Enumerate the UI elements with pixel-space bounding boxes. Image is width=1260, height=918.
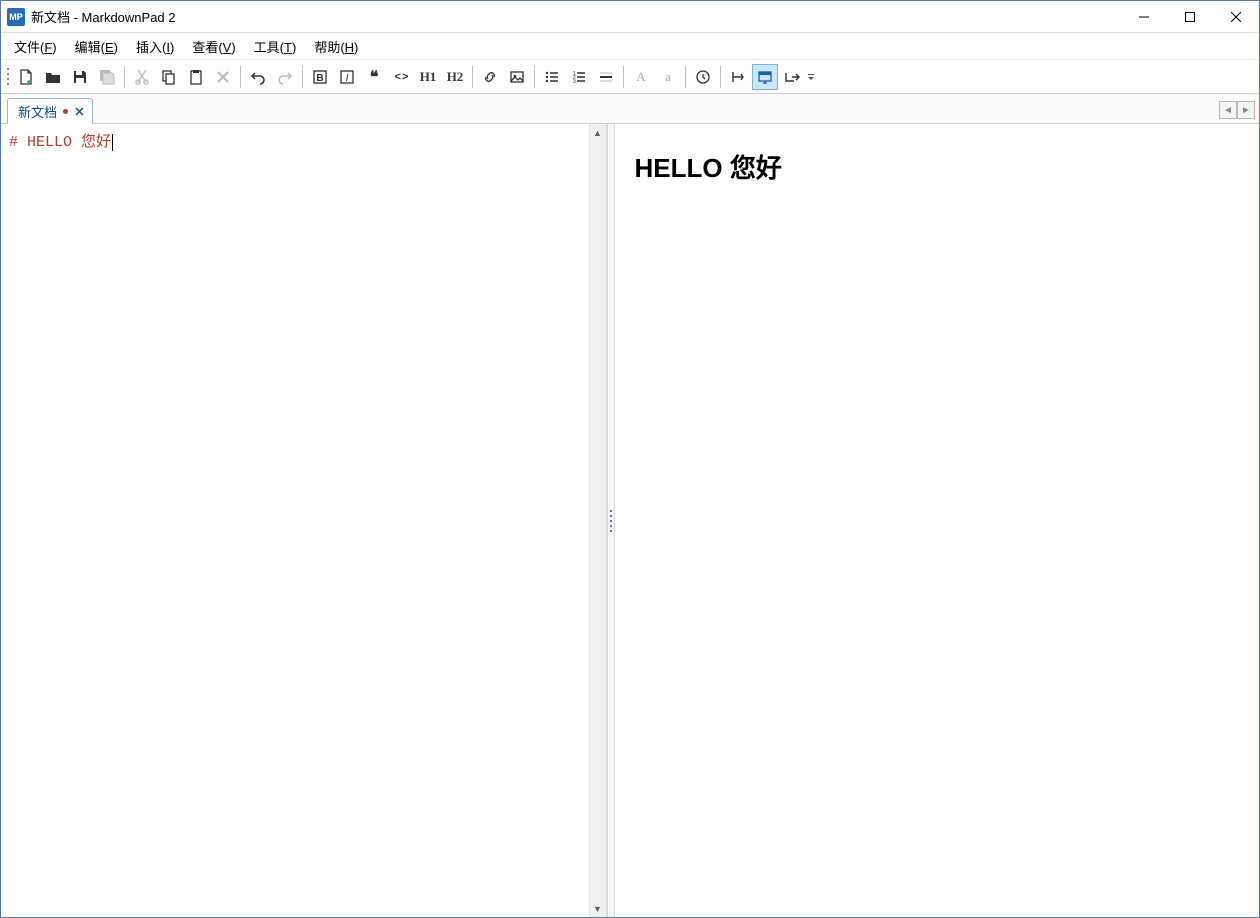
editor-textarea[interactable]: # HELLO 您好 — [1, 124, 589, 917]
toolbar-overflow-button[interactable] — [806, 64, 816, 90]
tab-nav-arrows: ◄ ► — [1219, 101, 1255, 119]
tab-label: 新文档 — [18, 102, 57, 121]
toolbar-separator — [124, 66, 125, 88]
tab-scroll-right-icon[interactable]: ► — [1237, 101, 1255, 119]
preview-pane: HELLO 您好 — [615, 124, 1260, 917]
ordered-list-icon[interactable]: 123 — [566, 64, 592, 90]
close-button[interactable] — [1213, 1, 1259, 33]
menu-tools[interactable]: 工具(T) — [245, 33, 306, 60]
editor-scrollbar[interactable]: ▲ ▼ — [589, 124, 606, 917]
quote-icon[interactable]: ❝ — [361, 64, 387, 90]
app-icon: MP — [7, 8, 25, 26]
pane-splitter[interactable] — [607, 124, 615, 917]
heading1-button[interactable]: H1 — [415, 64, 441, 90]
toolbar-grip[interactable] — [5, 66, 10, 88]
italic-icon[interactable]: I — [334, 64, 360, 90]
toolbar-separator — [472, 66, 473, 88]
tab-scroll-left-icon[interactable]: ◄ — [1219, 101, 1237, 119]
toolbar-separator — [685, 66, 686, 88]
delete-icon[interactable] — [210, 64, 236, 90]
split-container: # HELLO 您好 ▲ ▼ HELLO 您好 — [1, 124, 1259, 917]
svg-text:I: I — [346, 73, 349, 84]
menu-view[interactable]: 查看(V) — [183, 33, 244, 60]
scroll-up-icon[interactable]: ▲ — [590, 124, 606, 141]
unordered-list-icon[interactable] — [539, 64, 565, 90]
tab-dirty-indicator-icon — [63, 109, 68, 114]
toggle-preview-icon[interactable] — [725, 64, 751, 90]
menu-edit[interactable]: 编辑(E) — [66, 33, 127, 60]
minimize-button[interactable] — [1121, 1, 1167, 33]
document-tab[interactable]: 新文档 — [7, 98, 93, 124]
window-controls — [1121, 1, 1259, 32]
cut-icon[interactable] — [129, 64, 155, 90]
paste-icon[interactable] — [183, 64, 209, 90]
open-folder-icon[interactable] — [40, 64, 66, 90]
heading2-button[interactable]: H2 — [442, 64, 468, 90]
save-icon[interactable] — [67, 64, 93, 90]
horizontal-rule-icon[interactable] — [593, 64, 619, 90]
code-icon[interactable]: < > — [388, 64, 414, 90]
undo-icon[interactable] — [245, 64, 271, 90]
timestamp-icon[interactable] — [690, 64, 716, 90]
window-title: 新文档 - MarkdownPad 2 — [31, 7, 1121, 26]
toolbar-separator — [720, 66, 721, 88]
toolbar-separator — [623, 66, 624, 88]
bold-icon[interactable]: B — [307, 64, 333, 90]
save-all-icon[interactable] — [94, 64, 120, 90]
menu-help[interactable]: 帮助(H) — [305, 33, 367, 60]
maximize-button[interactable] — [1167, 1, 1213, 33]
svg-text:B: B — [316, 73, 323, 84]
image-icon[interactable] — [504, 64, 530, 90]
lowercase-button[interactable]: a — [655, 64, 681, 90]
export-icon[interactable] — [779, 64, 805, 90]
scroll-down-icon[interactable]: ▼ — [590, 900, 606, 917]
redo-icon[interactable] — [272, 64, 298, 90]
live-preview-icon[interactable] — [752, 64, 778, 90]
editor-pane: # HELLO 您好 ▲ ▼ — [1, 124, 607, 917]
toolbar-separator — [302, 66, 303, 88]
toolbar-separator — [240, 66, 241, 88]
toolbar: B I ❝ < > H1 H2 123 A a — [1, 60, 1259, 94]
menu-insert[interactable]: 插入(I) — [127, 33, 183, 60]
splitter-grip-icon — [610, 510, 612, 532]
link-icon[interactable] — [477, 64, 503, 90]
preview-heading: HELLO 您好 — [635, 148, 1240, 185]
menu-file[interactable]: 文件(F) — [5, 33, 66, 60]
toolbar-separator — [534, 66, 535, 88]
copy-icon[interactable] — [156, 64, 182, 90]
uppercase-button[interactable]: A — [628, 64, 654, 90]
menu-bar: 文件(F) 编辑(E) 插入(I) 查看(V) 工具(T) 帮助(H) — [1, 33, 1259, 60]
title-bar: MP 新文档 - MarkdownPad 2 — [1, 1, 1259, 33]
tab-strip: 新文档 ◄ ► — [1, 94, 1259, 124]
tab-close-icon[interactable] — [72, 104, 86, 118]
new-document-icon[interactable] — [13, 64, 39, 90]
svg-text:3: 3 — [573, 79, 576, 85]
